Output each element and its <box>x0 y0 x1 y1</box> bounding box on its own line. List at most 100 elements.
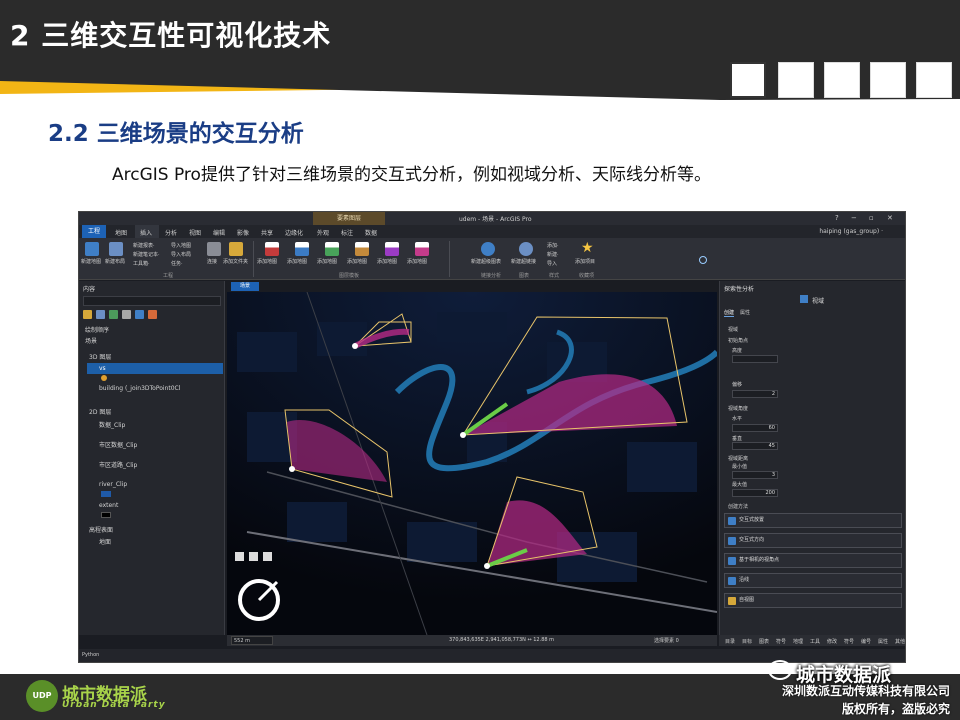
tab-labeling[interactable]: 标注 <box>341 228 353 237</box>
contents-search-input[interactable] <box>83 296 221 306</box>
new-notebook-item[interactable]: 新建笔记本· <box>133 251 160 258</box>
tab-share[interactable]: 共享 <box>261 228 273 237</box>
layer-template-4-icon[interactable] <box>355 242 369 256</box>
tree-layer-city-road-clip[interactable]: 市区道路_Clip <box>99 460 137 469</box>
min-distance-input[interactable]: 3 <box>732 471 778 479</box>
import-layout-item[interactable]: 导入布局 <box>171 251 191 258</box>
pane-tab-number[interactable]: 编号 <box>861 638 871 645</box>
method-interactive-direction[interactable]: 交互式方向 <box>724 533 902 548</box>
tab-view[interactable]: 视图 <box>189 228 201 237</box>
tree-layer-data-clip[interactable]: 数据_Clip <box>99 420 125 429</box>
tree-ground[interactable]: 地面 <box>99 537 111 546</box>
tab-insert[interactable]: 插入 <box>140 228 152 237</box>
source-icon[interactable] <box>96 310 105 319</box>
tab-analysis[interactable]: 分析 <box>165 228 177 237</box>
placement-icon <box>728 517 736 525</box>
layer-template-6-icon[interactable] <box>415 242 429 256</box>
labeling-icon[interactable] <box>148 310 157 319</box>
group-project-label: 工程 <box>163 273 174 279</box>
selected-layer-highlight <box>87 363 223 374</box>
python-tab[interactable]: Python <box>82 652 99 658</box>
tree-scene[interactable]: 场景 <box>85 336 97 345</box>
field-label-offset: 偏移 <box>732 382 743 388</box>
new-item[interactable]: 新建· <box>547 251 559 258</box>
import-map-item[interactable]: 导入地图 <box>171 242 191 249</box>
offset-input[interactable]: 2 <box>732 390 778 398</box>
vertical-input[interactable]: 45 <box>732 442 778 450</box>
horizontal-input[interactable]: 60 <box>732 424 778 432</box>
toolbox-item[interactable]: 工具箱· <box>133 260 150 267</box>
snap-icon[interactable] <box>135 310 144 319</box>
tree-layer-city-data-clip[interactable]: 市区数据_Clip <box>99 440 137 449</box>
tree-layer-extent[interactable]: extent <box>99 502 118 509</box>
selection-count[interactable]: 选择要素 0 <box>654 637 679 644</box>
connect-icon[interactable] <box>207 242 221 256</box>
selection-icon[interactable] <box>109 310 118 319</box>
ribbon-tab-bar <box>79 225 905 238</box>
pane-tab-attributes[interactable]: 属性 <box>878 638 888 645</box>
add-item[interactable]: 添加· <box>547 242 559 249</box>
favorite-star-icon[interactable]: ★ <box>581 240 594 256</box>
ribbon-search-icon[interactable] <box>699 256 707 264</box>
tree-layer-vs[interactable]: vs <box>99 365 106 372</box>
tree-layer-building[interactable]: building (_join3DToPoint0Cl <box>99 385 180 392</box>
height-input[interactable] <box>732 355 778 363</box>
scale-selector[interactable]: 552 m <box>231 636 273 645</box>
drawing-order-icon[interactable] <box>83 310 92 319</box>
brand-name-en: Urban Data Party <box>62 700 166 710</box>
layer-template-5-icon[interactable] <box>385 242 399 256</box>
tree-elevation-surface[interactable]: 高程表面 <box>89 525 113 534</box>
context-tab-label[interactable]: 要素图层 <box>313 212 385 225</box>
edit-icon[interactable] <box>122 310 131 319</box>
window-title: udem - 场景 - ArcGIS Pro <box>459 216 532 223</box>
maximize-icon[interactable]: ▫ <box>869 214 874 222</box>
scene-view[interactable] <box>227 292 717 635</box>
camera-icon <box>728 557 736 565</box>
layer-template-5-label: 添加地图 <box>377 259 398 265</box>
section-description: ArcGIS Pro提供了针对三维场景的交互式分析，例如视域分析、天际线分析等。 <box>112 165 711 185</box>
new-report-item[interactable]: 新建报表· <box>133 242 155 249</box>
task-item[interactable]: 任务· <box>171 260 183 267</box>
tree-3d-layers[interactable]: 3D 图层 <box>89 352 111 361</box>
user-account[interactable]: haiping (gas_group) · <box>819 228 883 235</box>
method-from-view[interactable]: 自视图 <box>724 593 902 608</box>
tab-properties[interactable]: 属性 <box>740 309 750 316</box>
tab-imagery[interactable]: 影像 <box>237 228 249 237</box>
pane-tab-target[interactable]: 目标 <box>742 638 752 645</box>
new-map-icon[interactable] <box>85 242 99 256</box>
max-distance-input[interactable]: 200 <box>732 489 778 497</box>
tab-project[interactable]: 工程 <box>82 225 106 238</box>
method-camera-based[interactable]: 基于相机的视角点 <box>724 553 902 568</box>
close-icon[interactable]: ✕ <box>887 214 893 222</box>
pane-tab-symbology[interactable]: 符号 <box>844 638 854 645</box>
tree-2d-layers[interactable]: 2D 图层 <box>89 407 111 416</box>
pane-tab-chart[interactable]: 图表 <box>759 638 769 645</box>
pane-tab-symbol[interactable]: 符号 <box>776 638 786 645</box>
new-link-chart-icon[interactable] <box>481 242 495 256</box>
pane-tab-modify[interactable]: 修改 <box>827 638 837 645</box>
method-interactive-placement[interactable]: 交互式放置 <box>724 513 902 528</box>
method-along-line[interactable]: 沿线 <box>724 573 902 588</box>
pane-tab-other[interactable]: 其他 <box>895 638 905 645</box>
tab-edge[interactable]: 边缘化 <box>285 228 303 237</box>
layer-template-1-icon[interactable] <box>265 242 279 256</box>
minimize-icon[interactable]: − <box>851 214 857 222</box>
add-folder-icon[interactable] <box>229 242 243 256</box>
tab-map[interactable]: 地图 <box>115 228 127 237</box>
pane-tab-tools[interactable]: 工具 <box>810 638 820 645</box>
tab-appearance[interactable]: 外观 <box>317 228 329 237</box>
pane-tab-geo[interactable]: 地理 <box>793 638 803 645</box>
direction-icon <box>728 537 736 545</box>
tab-data[interactable]: 数据 <box>365 228 377 237</box>
layer-template-3-icon[interactable] <box>325 242 339 256</box>
pane-tab-catalog[interactable]: 目录 <box>725 638 735 645</box>
tab-create[interactable]: 创建 <box>724 309 735 317</box>
import-item[interactable]: 导入 <box>547 260 557 267</box>
new-hyperlink-icon[interactable] <box>519 242 533 256</box>
layer-template-2-icon[interactable] <box>295 242 309 256</box>
tree-layer-river-clip[interactable]: river_Clip <box>99 481 127 488</box>
help-icon[interactable]: ? <box>835 214 839 222</box>
tab-edit[interactable]: 编辑 <box>213 228 225 237</box>
new-layout-icon[interactable] <box>109 242 123 256</box>
tab-scene-view[interactable]: 场景 <box>231 282 259 291</box>
